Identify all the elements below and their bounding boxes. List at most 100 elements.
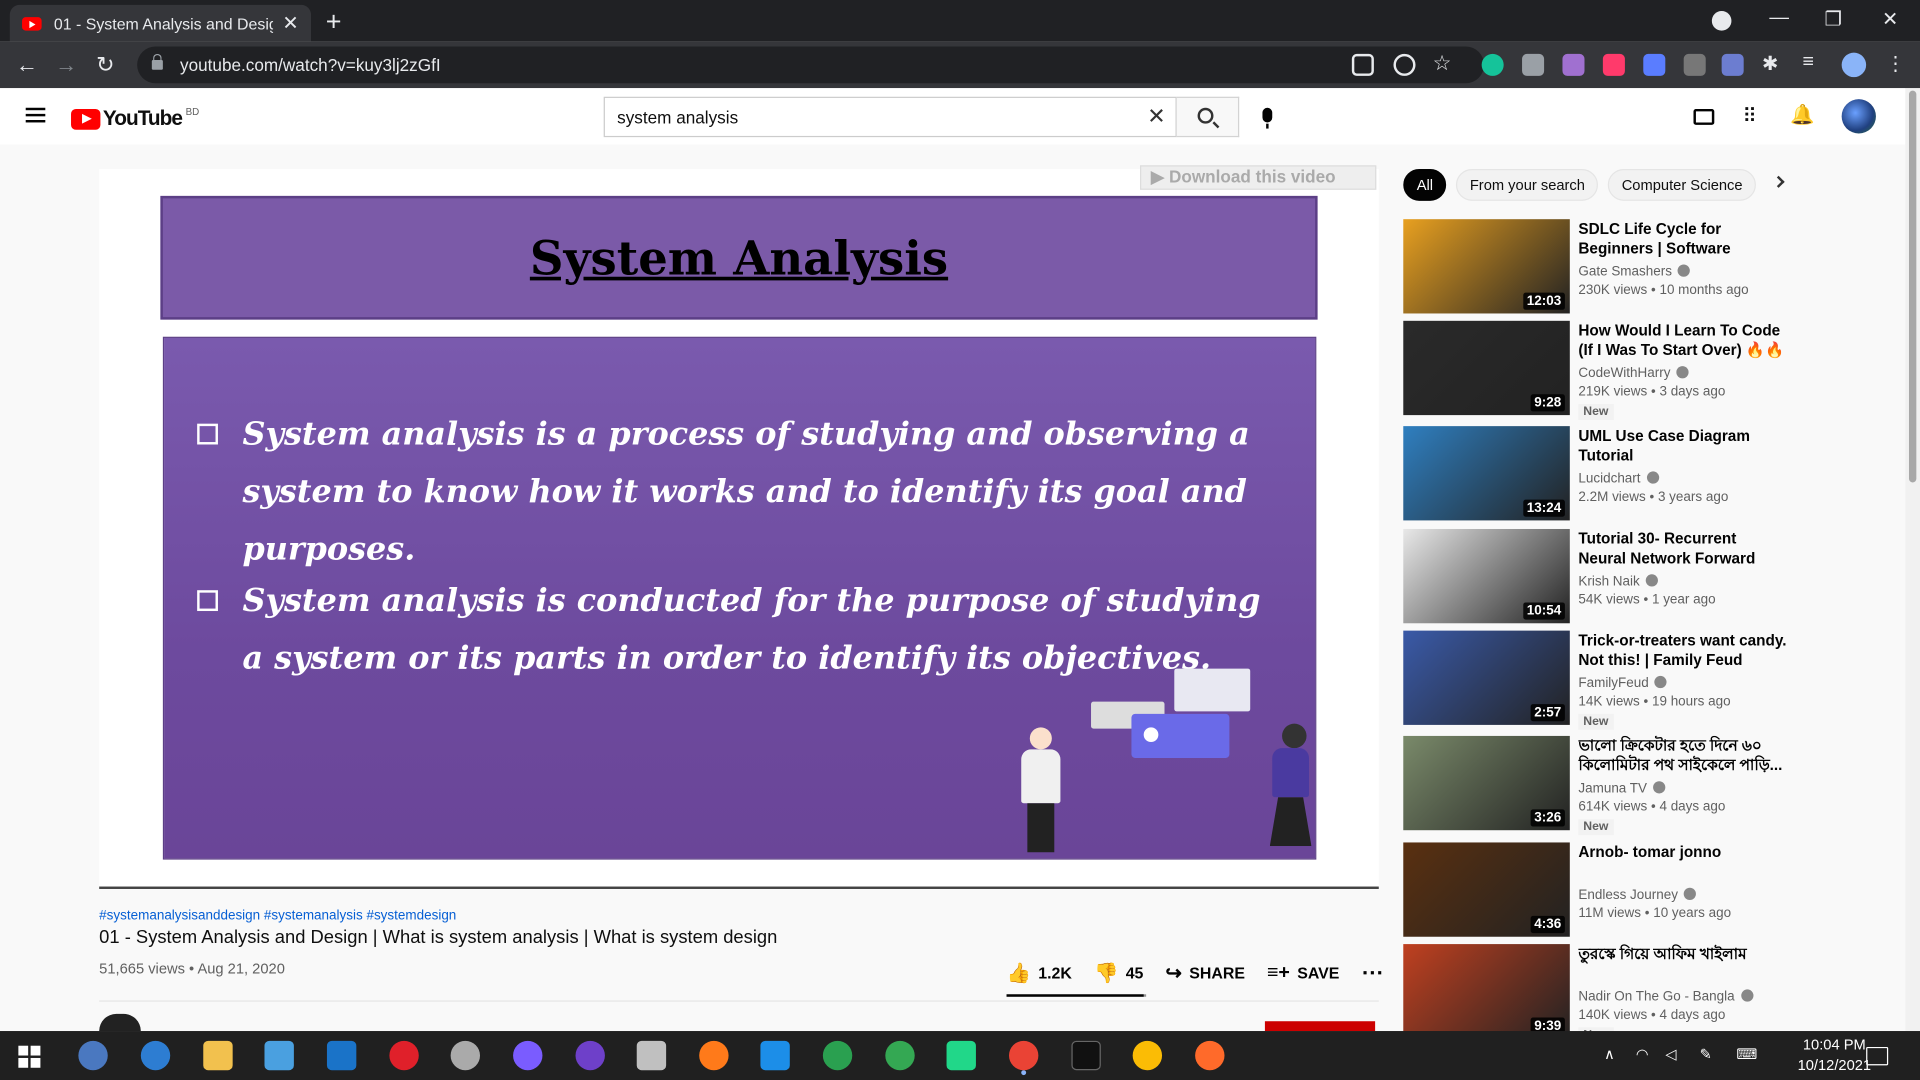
recommended-video-title[interactable]: Tutorial 30- Recurrent Neural Network Fo… <box>1578 529 1786 570</box>
messenger-icon[interactable] <box>513 1040 543 1071</box>
edge-icon[interactable] <box>140 1040 171 1071</box>
notification-center-icon[interactable] <box>1866 1046 1889 1066</box>
extension-icon[interactable] <box>1602 53 1625 76</box>
youtube-logo[interactable]: YouTube BD <box>71 106 199 131</box>
vscode-icon[interactable] <box>760 1040 790 1071</box>
subscribe-button[interactable] <box>1264 1021 1376 1032</box>
chrome-icon[interactable] <box>885 1040 915 1071</box>
recommended-video[interactable]: 10:54 Tutorial 30- Recurrent Neural Netw… <box>1403 528 1893 627</box>
video-thumbnail[interactable]: 9:28 <box>1403 320 1570 416</box>
recommended-video[interactable]: 9:39 তুরস্কে গিয়ে আফিম খাইলাম Nadir On … <box>1403 944 1893 1044</box>
create-video-icon[interactable] <box>1693 108 1715 125</box>
pen-icon[interactable]: ✎ <box>1700 1046 1729 1075</box>
recommended-video-title[interactable]: SDLC Life Cycle for Beginners | Software… <box>1578 219 1786 260</box>
extension-icon[interactable] <box>1562 53 1585 76</box>
recommended-video-title[interactable]: তুরস্কে গিয়ে আফিম খাইলাম <box>1578 944 1786 964</box>
mail-icon[interactable] <box>326 1040 357 1071</box>
recommended-video[interactable]: 2:57 Trick-or-treaters want candy. Not t… <box>1403 630 1893 730</box>
system-clock[interactable]: 10:04 PM 10/12/2021 <box>1798 1035 1872 1077</box>
recommended-video[interactable]: 3:26 ভালো ক্রিকেটার হতে দিনে ৬০ কিলোমিটা… <box>1403 735 1893 836</box>
new-tab-icon[interactable]: + <box>326 6 342 38</box>
close-window-icon[interactable]: ✕ <box>1882 7 1898 31</box>
recommended-video-title[interactable]: How Would I Learn To Code (If I Was To S… <box>1578 321 1786 360</box>
video-hashtags[interactable]: #systemanalysisanddesign #systemanalysis… <box>99 909 456 924</box>
qbittorrent-icon[interactable] <box>78 1040 108 1071</box>
close-tab-icon[interactable]: ✕ <box>282 11 298 35</box>
video-thumbnail[interactable]: 4:36 <box>1403 842 1570 937</box>
file-explorer-icon[interactable] <box>203 1040 233 1071</box>
chip-all[interactable]: All <box>1403 168 1447 201</box>
media-icon[interactable]: ≡ <box>1802 51 1824 73</box>
store-icon[interactable] <box>264 1040 294 1071</box>
firefox-icon[interactable] <box>699 1040 729 1071</box>
extension-icon[interactable] <box>1721 53 1744 76</box>
paint-icon[interactable] <box>636 1040 667 1071</box>
restore-icon[interactable]: ❐ <box>1825 7 1843 31</box>
chrome-icon[interactable] <box>1132 1040 1163 1071</box>
video-thumbnail[interactable]: 10:54 <box>1403 528 1570 624</box>
channel-name[interactable]: Krish Naik <box>1578 574 1659 589</box>
app-icon[interactable] <box>822 1040 853 1071</box>
recommended-video-title[interactable]: UML Use Case Diagram Tutorial <box>1578 426 1786 465</box>
channel-avatar[interactable] <box>99 1013 141 1032</box>
recommended-video-title[interactable]: Arnob- tomar jonno <box>1578 842 1786 862</box>
minimize-icon[interactable]: — <box>1769 7 1789 29</box>
forward-icon[interactable]: → <box>47 52 86 78</box>
pycharm-icon[interactable] <box>946 1040 976 1071</box>
hamburger-menu-icon[interactable] <box>25 107 46 123</box>
browser-tab-active[interactable]: 01 - System Analysis and Design ✕ <box>9 4 312 42</box>
microphone-icon[interactable] <box>1262 107 1273 129</box>
dislike-button[interactable]: 👎 45 <box>1094 961 1143 985</box>
search-input[interactable]: system analysis ✕ <box>603 96 1177 138</box>
recommended-video[interactable]: 12:03 SDLC Life Cycle for Beginners | So… <box>1403 219 1893 317</box>
camera-ext-icon[interactable] <box>1522 53 1545 76</box>
scrollbar-thumb[interactable] <box>1908 90 1917 483</box>
chip-from-your-search[interactable]: From your search <box>1456 168 1599 201</box>
like-button[interactable]: 👍 1.2K <box>1007 961 1072 985</box>
windows-start-icon[interactable] <box>18 1045 41 1068</box>
notifications-bell-icon[interactable]: 🔔 <box>1790 103 1814 126</box>
chevron-right-icon[interactable] <box>1772 175 1785 188</box>
opera-icon[interactable] <box>389 1040 419 1071</box>
chip-computer-science[interactable]: Computer Science <box>1608 168 1757 201</box>
video-player[interactable]: ▶ Download this video System Analysis Sy… <box>99 165 1379 889</box>
back-icon[interactable]: ← <box>7 52 46 78</box>
wifi-icon[interactable]: ◠ <box>1636 1046 1665 1075</box>
channel-name[interactable]: Endless Journey <box>1578 887 1697 902</box>
chrome-active-icon[interactable] <box>1008 1040 1039 1071</box>
search-button[interactable] <box>1176 96 1240 138</box>
chrome-profile-icon[interactable] <box>1841 52 1867 78</box>
chrome-menu-icon[interactable]: ⋮ <box>1886 51 1908 75</box>
channel-name[interactable]: Nadir On The Go - Bangla <box>1578 989 1753 1004</box>
puzzle-icon[interactable]: ✱ <box>1762 51 1784 75</box>
video-progress-bar[interactable] <box>99 886 1379 889</box>
save-button[interactable]: ≡+ SAVE <box>1267 962 1339 984</box>
video-thumbnail[interactable]: 12:03 <box>1403 219 1570 314</box>
channel-name[interactable]: FamilyFeud <box>1578 675 1668 691</box>
extension-icon[interactable] <box>1683 53 1706 76</box>
zoom-icon[interactable] <box>1393 53 1416 76</box>
video-thumbnail[interactable]: 13:24 <box>1403 426 1570 521</box>
bookmark-star-icon[interactable]: ☆ <box>1433 51 1455 74</box>
app-icon[interactable] <box>450 1040 481 1071</box>
apps-grid-icon[interactable]: ⠿ <box>1742 104 1764 128</box>
profile-menu-icon[interactable] <box>1711 11 1732 31</box>
video-thumbnail[interactable]: 9:39 <box>1403 944 1570 1039</box>
url-bar[interactable]: youtube.com/watch?v=kuy3lj2zGfI <box>137 46 1485 84</box>
install-icon[interactable] <box>1351 53 1374 76</box>
recommended-video-title[interactable]: Trick-or-treaters want candy. Not this! … <box>1578 631 1786 670</box>
keyboard-icon[interactable]: ⌨ <box>1736 1046 1765 1075</box>
grammarly-icon[interactable] <box>1481 53 1504 76</box>
github-desktop-icon[interactable] <box>575 1040 605 1071</box>
reload-icon[interactable]: ↻ <box>86 52 125 78</box>
video-thumbnail[interactable]: 3:26 <box>1403 735 1570 831</box>
recommended-video-title[interactable]: ভালো ক্রিকেটার হতে দিনে ৬০ কিলোমিটার পথ … <box>1578 736 1786 775</box>
avatar[interactable] <box>1841 99 1876 134</box>
channel-name[interactable]: Lucidchart <box>1578 471 1659 486</box>
share-button[interactable]: ↪ SHARE <box>1165 961 1244 985</box>
recommended-video[interactable]: 9:28 How Would I Learn To Code (If I Was… <box>1403 320 1893 421</box>
app-icon[interactable] <box>1195 1040 1225 1071</box>
download-video-button[interactable]: ▶ Download this video <box>1140 165 1377 190</box>
recommended-video[interactable]: 13:24 UML Use Case Diagram Tutorial Luci… <box>1403 426 1893 524</box>
clear-search-icon[interactable]: ✕ <box>1147 104 1165 130</box>
